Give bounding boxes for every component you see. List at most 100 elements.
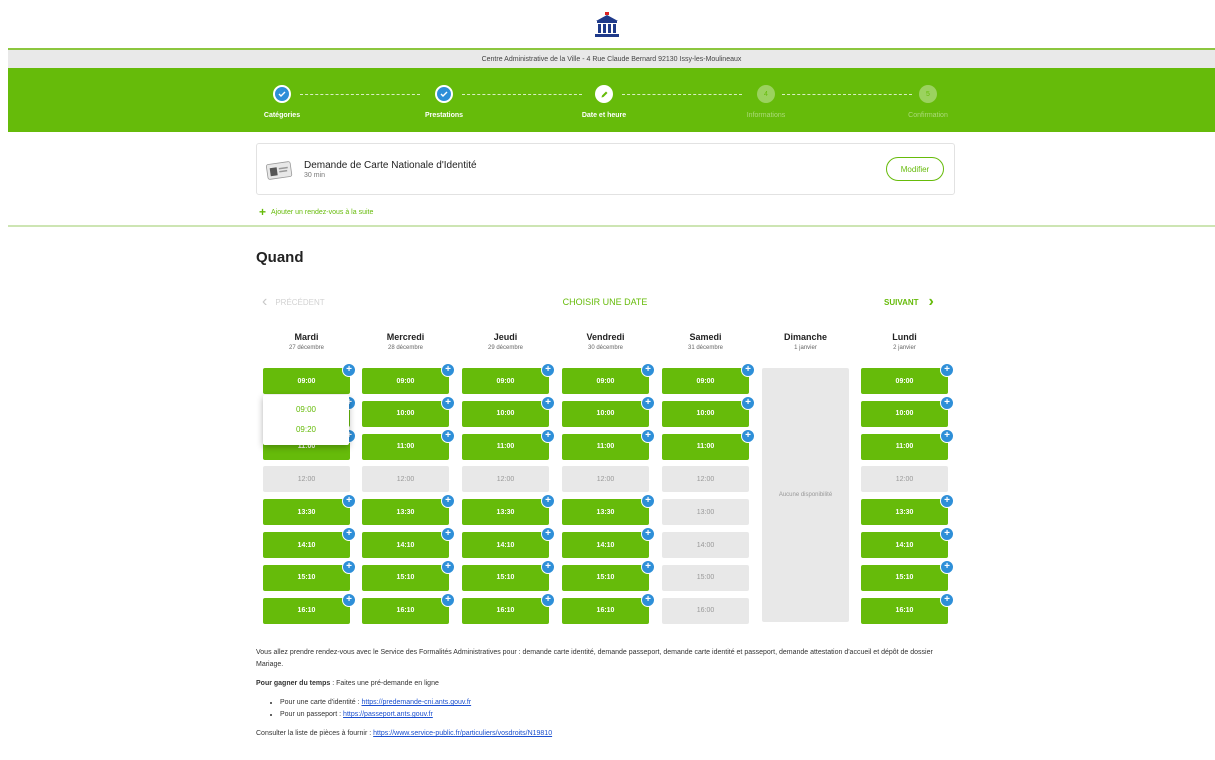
time-option[interactable]: 09:20 [263,419,349,439]
time-slot-button[interactable]: 09:00 + [562,363,655,394]
time-slot-button[interactable]: 16:10 + [562,592,655,624]
plus-circle-icon[interactable]: + [441,395,455,410]
plus-circle-icon[interactable]: + [541,559,555,574]
plus-circle-icon[interactable]: + [441,559,455,574]
plus-circle-icon[interactable]: + [641,527,655,541]
step-categories-marker[interactable] [273,85,291,103]
time-slot-label: 10:00 [696,410,715,418]
step-prestations-marker[interactable] [435,85,453,103]
time-slot-button[interactable]: 15:10 + [562,559,655,591]
time-slot-button[interactable]: 13:30 + [861,494,954,526]
time-slot-button[interactable]: 14:10 + [462,527,555,558]
day-column: Samedi 31 décembre 09:00 +10:00 +11:00 +12:00… [662,332,755,624]
plus-circle-icon[interactable]: + [940,363,954,377]
plus-circle-icon[interactable]: + [441,428,455,443]
plus-circle-icon[interactable]: + [342,527,356,541]
predemande-cni-link[interactable]: https://predemande-cni.ants.gouv.fr [362,699,472,706]
time-slot-button[interactable]: 16:10 + [462,592,555,624]
time-slot-label: 14:10 [895,541,914,549]
plus-circle-icon[interactable]: + [940,494,954,509]
plus-circle-icon[interactable]: + [940,592,954,607]
time-slot-button[interactable]: 15:10 + [462,559,555,591]
plus-circle-icon[interactable]: + [940,428,954,443]
time-slot-button[interactable]: 10:00 + [562,395,655,427]
add-followup-link[interactable]: + Ajouter un rendez-vous à la suite [259,206,373,218]
plus-circle-icon[interactable]: + [741,363,755,377]
time-slot-button[interactable]: 09:00 + [861,363,954,394]
time-slot-button[interactable]: 11:00 + [562,428,655,460]
time-slot-button[interactable]: 09:00 + [462,363,555,394]
step-informations-label: Informations [746,112,786,119]
plus-circle-icon[interactable]: + [940,395,954,410]
service-public-link[interactable]: https://www.service-public.fr/particulie… [373,730,552,737]
plus-circle-icon[interactable]: + [541,363,555,377]
plus-circle-icon[interactable]: + [641,559,655,574]
time-slot-button[interactable]: 14:10 + [861,527,954,558]
time-slot-button[interactable]: 11:00 + [662,428,755,460]
plus-circle-icon[interactable]: + [541,592,555,607]
passeport-link[interactable]: https://passeport.ants.gouv.fr [343,711,433,718]
plus-circle-icon[interactable]: + [342,494,356,509]
plus-circle-icon[interactable]: + [541,395,555,410]
time-slot-button[interactable]: 11:00 + [362,428,455,460]
time-slot-button[interactable]: 16:10 + [362,592,455,624]
time-slot-button[interactable]: 13:30 + [562,494,655,526]
plus-circle-icon[interactable]: + [541,527,555,541]
time-slot-label: 11:00 [396,443,415,451]
time-slot-button[interactable]: 13:30 + [263,494,356,526]
plus-circle-icon[interactable]: + [741,428,755,443]
chevron-left-icon: ‹ [262,293,268,310]
time-slot-button[interactable]: 09:00 + [662,363,755,394]
plus-circle-icon[interactable]: + [342,363,356,377]
plus-circle-icon[interactable]: + [441,494,455,509]
time-option[interactable]: 09:00 [263,399,349,419]
plus-circle-icon[interactable]: + [641,428,655,443]
time-slot-button[interactable]: 13:30 + [362,494,455,526]
previous-week-button[interactable]: ‹ PRÉCÉDENT [262,294,325,310]
time-slot-button[interactable]: 14:10 + [362,527,455,558]
info-section: Vous allez prendre rendez-vous avec le S… [256,647,956,747]
modify-button[interactable]: Modifier [886,157,944,181]
plus-circle-icon[interactable]: + [641,363,655,377]
plus-circle-icon[interactable]: + [541,428,555,443]
plus-circle-icon[interactable]: + [641,494,655,509]
time-slot-button[interactable]: 10:00 + [462,395,555,427]
plus-circle-icon[interactable]: + [641,592,655,607]
plus-circle-icon[interactable]: + [541,494,555,509]
time-slot-label: 09:00 [895,377,914,385]
time-slot-button[interactable]: 14:10 + [263,527,356,558]
time-slot-button[interactable]: 09:00 + [362,363,455,394]
time-slot-button[interactable]: 11:00 + [462,428,555,460]
step-connector [300,94,420,95]
time-slot-button[interactable]: 10:00 + [362,395,455,427]
choose-date-link[interactable]: CHOISIR UNE DATE [505,297,705,307]
plus-circle-icon[interactable]: + [441,363,455,377]
time-slot-button[interactable]: 14:10 + [562,527,655,558]
time-slot-label: 15:10 [396,574,415,582]
time-slot-unavailable: 12:00 [562,466,649,493]
plus-circle-icon[interactable]: + [940,527,954,541]
time-slot-button[interactable]: 10:00 + [662,395,755,427]
plus-circle-icon[interactable]: + [441,527,455,541]
time-slot-button[interactable]: 15:10 + [362,559,455,591]
selected-service-card: Demande de Carte Nationale d'Identité 30… [256,143,955,195]
plus-circle-icon[interactable]: + [741,395,755,410]
plus-circle-icon[interactable]: + [441,592,455,607]
time-slot-button[interactable]: 13:30 + [462,494,555,526]
step-date-label: Date et heure [581,112,627,119]
time-slot-button[interactable]: 15:10 + [861,559,954,591]
time-slot-button[interactable]: 15:10 + [263,559,356,591]
day-column: Dimanche 1 janvier Aucune disponibilité [762,332,849,622]
time-slot-button[interactable]: 10:00 + [861,395,954,427]
section-divider [8,225,1215,227]
next-week-button[interactable]: SUIVANT › [884,294,934,310]
time-slot-button[interactable]: 16:10 + [861,592,954,624]
check-icon [278,91,286,97]
time-slot-button[interactable]: 16:10 + [263,592,356,624]
plus-circle-icon[interactable]: + [641,395,655,410]
plus-circle-icon[interactable]: + [940,559,954,574]
plus-circle-icon[interactable]: + [342,559,356,574]
time-slot-button[interactable]: 11:00 + [861,428,954,460]
time-slot-button[interactable]: 09:00 + [263,363,356,394]
plus-circle-icon[interactable]: + [342,592,356,607]
